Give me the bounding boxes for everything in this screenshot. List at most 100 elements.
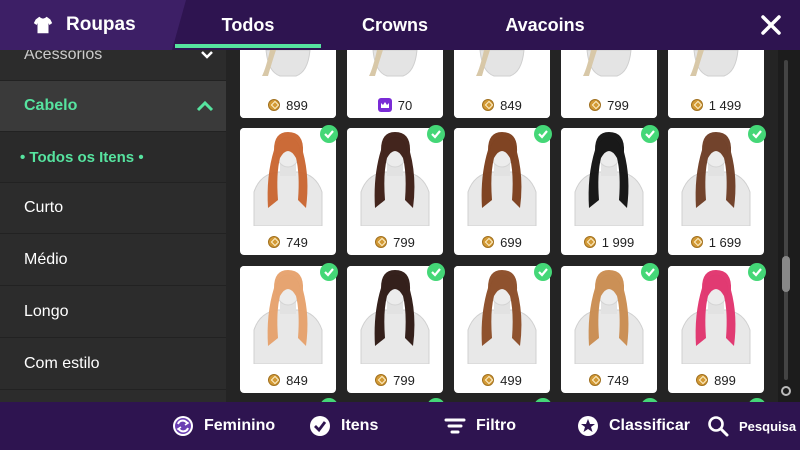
item-card[interactable]: 1 699: [668, 128, 764, 255]
avacoin-icon: [696, 374, 709, 386]
price-tag: 70: [347, 92, 443, 118]
owned-check-icon: [320, 125, 338, 143]
avacoin-icon: [690, 236, 703, 248]
owned-check-icon: [427, 125, 445, 143]
items-label: Itens: [341, 417, 379, 434]
price-tag: 1 999: [561, 229, 657, 255]
tab-todos[interactable]: Todos: [175, 0, 321, 50]
crown-icon: [377, 98, 392, 112]
item-card[interactable]: 499: [454, 266, 550, 393]
hair-thumbnail: [347, 266, 443, 365]
price-tag: 499: [454, 367, 550, 393]
avacoin-icon: [482, 374, 495, 386]
sidebar-item-medio[interactable]: Médio: [0, 235, 226, 286]
tab-avacoins[interactable]: Avacoins: [475, 0, 615, 50]
search-label: Pesquisa: [739, 418, 797, 434]
sidebar-item-label: Com estilo: [24, 355, 100, 372]
tab-crowns[interactable]: Crowns: [330, 0, 460, 50]
item-card[interactable]: 899: [240, 50, 336, 118]
price-value: 899: [714, 372, 736, 388]
price-tag: 799: [561, 92, 657, 118]
sidebar-item-acessorios[interactable]: Acessórios: [0, 50, 226, 81]
price-tag: 1 699: [668, 229, 764, 255]
category-sidebar: Acessórios Cabelo • Todos os Itens • Cur…: [0, 50, 226, 402]
sort-button[interactable]: Classificar: [577, 402, 690, 450]
items-button[interactable]: Itens: [309, 402, 378, 450]
price-tag: 899: [240, 92, 336, 118]
sort-label: Classificar: [609, 417, 690, 434]
item-card[interactable]: 1 499: [668, 50, 764, 118]
item-card[interactable]: 799: [347, 266, 443, 393]
search-button[interactable]: Pesquisa: [707, 402, 796, 450]
gender-label: Feminino: [204, 417, 276, 434]
sidebar-item-label: Longo: [24, 303, 69, 320]
avacoin-icon: [375, 374, 388, 386]
sort-star-icon: [577, 415, 599, 437]
owned-check-icon: [748, 125, 766, 143]
item-card[interactable]: 1 999: [561, 128, 657, 255]
price-value: 1 499: [708, 97, 742, 113]
price-tag: 799: [347, 229, 443, 255]
owned-check-icon: [427, 263, 445, 281]
sidebar-item-curto[interactable]: Curto: [0, 183, 226, 234]
close-icon: [761, 15, 781, 35]
item-card[interactable]: 849: [454, 50, 550, 118]
price-value: 749: [286, 234, 308, 250]
avacoin-icon: [482, 236, 495, 248]
owned-check-icon: [534, 263, 552, 281]
shirt-icon: [33, 16, 53, 34]
price-value: 799: [607, 97, 629, 113]
item-card[interactable]: 749: [561, 266, 657, 393]
sidebar-item-label: Curto: [24, 199, 64, 216]
price-tag: 849: [454, 92, 550, 118]
price-value: 70: [397, 97, 413, 113]
hair-thumbnail: [240, 266, 336, 365]
avacoin-icon: [589, 374, 602, 386]
item-card[interactable]: 799: [347, 128, 443, 255]
owned-check-icon: [748, 263, 766, 281]
price-tag: 1 499: [668, 92, 764, 118]
sidebar-item-label: Cabelo: [24, 97, 78, 114]
scroll-indicator: [781, 386, 791, 396]
item-card[interactable]: 799: [561, 50, 657, 118]
sidebar-item-com-estilo[interactable]: Com estilo: [0, 339, 226, 390]
avacoin-icon: [375, 236, 388, 248]
price-value: 1 999: [601, 234, 635, 250]
scrollbar-thumb[interactable]: [782, 256, 790, 292]
chevron-up-icon: [196, 100, 214, 112]
price-value: 849: [286, 372, 308, 388]
price-tag: 699: [454, 229, 550, 255]
price-tag: 899: [668, 367, 764, 393]
price-value: 749: [607, 372, 629, 388]
hair-thumbnail: [668, 266, 764, 365]
gender-swap-icon: [172, 415, 194, 437]
item-card[interactable]: 899: [668, 266, 764, 393]
sidebar-item-todos-os-itens[interactable]: • Todos os Itens •: [0, 132, 226, 183]
item-card[interactable]: 749: [240, 128, 336, 255]
category-header: Roupas: [0, 0, 186, 50]
item-card[interactable]: 70: [347, 50, 443, 118]
price-value: 799: [393, 372, 415, 388]
price-value: 849: [500, 97, 522, 113]
hair-thumbnail: [347, 128, 443, 227]
item-card[interactable]: 699: [454, 128, 550, 255]
avacoin-icon: [583, 236, 596, 248]
sidebar-item-cabelo[interactable]: Cabelo: [0, 81, 226, 132]
price-value: 799: [393, 234, 415, 250]
hair-thumbnail: [561, 266, 657, 365]
close-button[interactable]: [756, 10, 786, 40]
item-card[interactable]: 849: [240, 266, 336, 393]
filter-button[interactable]: Filtro: [444, 402, 516, 450]
sidebar-item-longo[interactable]: Longo: [0, 287, 226, 338]
gender-toggle-button[interactable]: Feminino: [172, 402, 275, 450]
avacoin-icon: [268, 374, 281, 386]
price-value: 699: [500, 234, 522, 250]
owned-check-icon: [641, 125, 659, 143]
top-bar: Roupas Todos Crowns Avacoins: [0, 0, 800, 50]
scrollbar[interactable]: [780, 60, 792, 396]
price-tag: 799: [347, 367, 443, 393]
price-tag: 749: [240, 229, 336, 255]
search-icon: [707, 415, 729, 437]
owned-check-icon: [534, 125, 552, 143]
item-grid: 899 70 849 799 1 499 749 799 699 1 999 1 699 849 79…: [226, 50, 778, 402]
